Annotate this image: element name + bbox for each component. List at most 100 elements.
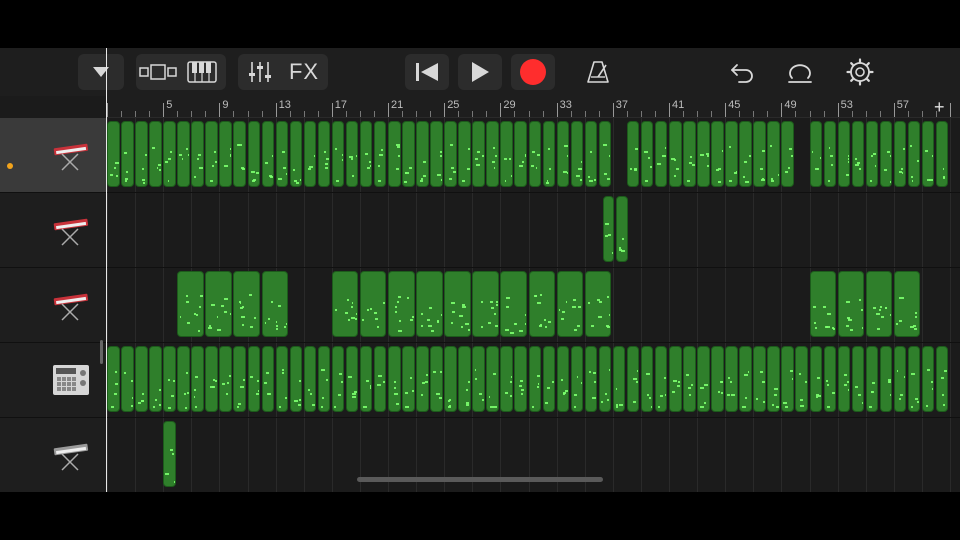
browser-button[interactable]: [78, 54, 124, 90]
midi-region[interactable]: [823, 121, 837, 187]
midi-region[interactable]: [261, 346, 275, 412]
midi-region[interactable]: [753, 121, 766, 187]
midi-region[interactable]: [725, 121, 738, 187]
keyboard-view-button[interactable]: [180, 54, 224, 90]
midi-region[interactable]: [416, 346, 429, 412]
midi-region[interactable]: [444, 121, 457, 187]
midi-region[interactable]: [205, 346, 218, 412]
midi-region[interactable]: [935, 346, 949, 412]
midi-region[interactable]: [402, 121, 415, 187]
midi-region[interactable]: [135, 121, 148, 187]
midi-region[interactable]: [233, 346, 246, 412]
midi-region[interactable]: [781, 346, 794, 412]
midi-region[interactable]: [430, 346, 443, 412]
midi-region[interactable]: [163, 346, 176, 412]
midi-region[interactable]: [331, 346, 345, 412]
midi-region[interactable]: [584, 271, 612, 337]
midi-region[interactable]: [865, 346, 879, 412]
midi-region[interactable]: [711, 121, 724, 187]
midi-region[interactable]: [683, 121, 696, 187]
vertical-scroll-indicator[interactable]: [100, 340, 103, 364]
midi-region[interactable]: [163, 121, 176, 187]
midi-region[interactable]: [388, 271, 415, 337]
midi-region[interactable]: [598, 121, 612, 187]
midi-region[interactable]: [345, 121, 359, 187]
midi-region[interactable]: [317, 121, 331, 187]
midi-region[interactable]: [303, 121, 317, 187]
midi-region[interactable]: [388, 346, 401, 412]
midi-region[interactable]: [697, 121, 710, 187]
midi-region[interactable]: [823, 346, 837, 412]
midi-region[interactable]: [359, 346, 373, 412]
midi-region[interactable]: [233, 121, 246, 187]
midi-region[interactable]: [781, 121, 794, 187]
midi-region[interactable]: [205, 271, 232, 337]
play-button[interactable]: [458, 54, 502, 90]
midi-region[interactable]: [430, 121, 443, 187]
midi-region[interactable]: [458, 346, 471, 412]
midi-region[interactable]: [500, 346, 513, 412]
undo-button[interactable]: [722, 54, 762, 90]
midi-region[interactable]: [809, 121, 823, 187]
midi-region[interactable]: [359, 121, 373, 187]
midi-region[interactable]: [514, 346, 527, 412]
midi-region[interactable]: [767, 346, 780, 412]
midi-region[interactable]: [669, 346, 682, 412]
midi-region[interactable]: [837, 121, 851, 187]
midi-region[interactable]: [879, 121, 893, 187]
midi-region[interactable]: [851, 346, 865, 412]
midi-region[interactable]: [191, 121, 204, 187]
midi-region[interactable]: [767, 121, 780, 187]
home-indicator[interactable]: [357, 477, 603, 482]
midi-region[interactable]: [570, 346, 584, 412]
skip-back-button[interactable]: [405, 54, 449, 90]
midi-region[interactable]: [615, 196, 629, 262]
midi-region[interactable]: [837, 346, 851, 412]
midi-region[interactable]: [135, 346, 148, 412]
midi-region[interactable]: [893, 121, 907, 187]
midi-region[interactable]: [416, 271, 443, 337]
midi-region[interactable]: [739, 346, 752, 412]
midi-region[interactable]: [584, 121, 598, 187]
track-header[interactable]: [0, 343, 106, 418]
midi-region[interactable]: [402, 346, 415, 412]
midi-region[interactable]: [711, 346, 724, 412]
midi-region[interactable]: [640, 346, 654, 412]
track-lane[interactable]: [107, 118, 960, 193]
midi-region[interactable]: [261, 271, 289, 337]
midi-region[interactable]: [472, 271, 499, 337]
playhead[interactable]: [106, 48, 107, 492]
midi-region[interactable]: [584, 346, 598, 412]
midi-region[interactable]: [879, 346, 893, 412]
midi-region[interactable]: [275, 346, 289, 412]
midi-region[interactable]: [907, 346, 921, 412]
midi-region[interactable]: [556, 121, 570, 187]
midi-region[interactable]: [359, 271, 387, 337]
midi-region[interactable]: [444, 271, 471, 337]
midi-region[interactable]: [500, 121, 513, 187]
midi-region[interactable]: [486, 346, 499, 412]
midi-region[interactable]: [416, 121, 429, 187]
midi-region[interactable]: [654, 346, 668, 412]
loop-browser-button[interactable]: [780, 54, 820, 90]
midi-region[interactable]: [528, 271, 556, 337]
midi-region[interactable]: [331, 271, 359, 337]
midi-region[interactable]: [458, 121, 471, 187]
midi-region[interactable]: [542, 346, 556, 412]
midi-region[interactable]: [921, 121, 935, 187]
midi-region[interactable]: [345, 346, 359, 412]
midi-region[interactable]: [865, 121, 879, 187]
midi-region[interactable]: [893, 346, 907, 412]
midi-region[interactable]: [851, 121, 865, 187]
midi-region[interactable]: [528, 121, 542, 187]
track-header[interactable]: [0, 268, 106, 343]
midi-region[interactable]: [317, 346, 331, 412]
midi-region[interactable]: [444, 346, 457, 412]
midi-region[interactable]: [725, 346, 738, 412]
midi-region[interactable]: [921, 346, 935, 412]
midi-region[interactable]: [753, 346, 766, 412]
midi-region[interactable]: [219, 346, 232, 412]
track-header[interactable]: [0, 418, 106, 492]
midi-region[interactable]: [275, 121, 289, 187]
midi-region[interactable]: [739, 121, 752, 187]
